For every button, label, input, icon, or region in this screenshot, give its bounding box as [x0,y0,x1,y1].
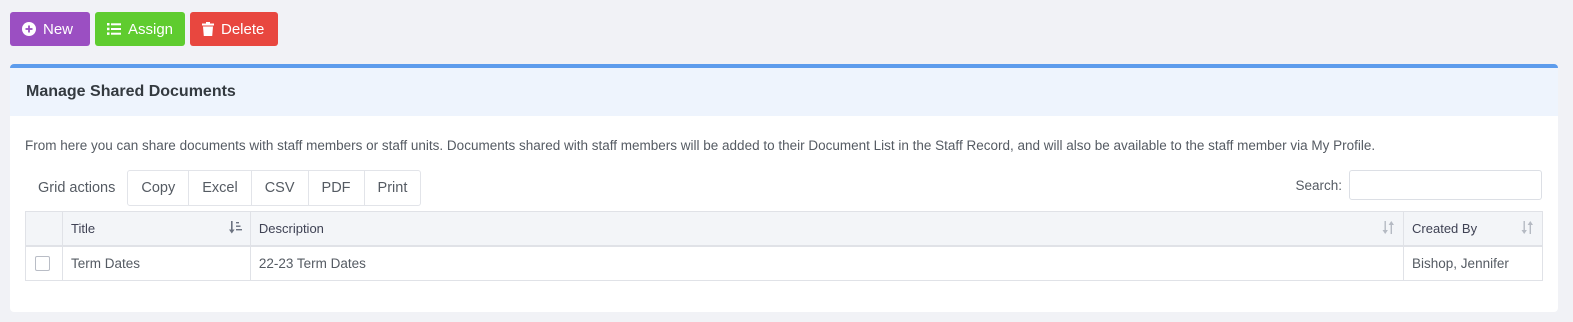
new-button-label: New [43,20,74,38]
new-button[interactable]: New [10,12,90,46]
title-cell: Term Dates [61,245,251,281]
column-header-created-by-label: Created By [1412,220,1478,236]
grid-actions-label: Grid actions [38,180,116,196]
csv-button[interactable]: CSV [251,170,309,206]
list-icon [107,23,121,35]
grid-actions: Grid actions Copy Excel CSV PDF Print [25,170,422,206]
row-checkbox[interactable] [35,255,50,271]
column-header-title[interactable]: Title [61,211,251,246]
plus-circle-icon [22,22,36,36]
delete-button[interactable]: Delete [190,12,278,46]
documents-table: Title Description Created By Term Dates … [25,211,1543,281]
column-header-description-label: Description [258,220,324,236]
delete-button-label: Delete [221,20,265,38]
select-all-header [26,212,63,246]
shared-documents-card: Manage Shared Documents From here you ca… [10,64,1558,312]
sort-icon [1382,221,1395,237]
search: Search: [1295,170,1542,200]
assign-button-label: Assign [128,20,174,38]
print-button[interactable]: Print [364,170,422,206]
column-header-created-by[interactable]: Created By [1403,211,1543,246]
intro-text: From here you can share documents with s… [25,138,1376,153]
toolbar: New Assign Delete [10,12,278,46]
search-input[interactable] [1349,170,1542,200]
sort-asc-icon [228,221,242,237]
table-row[interactable]: Term Dates 22-23 Term Dates Bishop, Jenn… [26,245,1543,281]
search-label: Search: [1295,177,1342,193]
table-header-row: Title Description Created By [25,211,1543,246]
card-title: Manage Shared Documents [26,83,236,100]
description-cell: 22-23 Term Dates [249,245,1404,281]
column-header-description[interactable]: Description [249,211,1404,246]
row-select-cell [26,246,63,281]
pdf-button[interactable]: PDF [308,170,365,206]
excel-button[interactable]: Excel [189,170,252,206]
created-by-cell: Bishop, Jennifer [1403,245,1543,281]
sort-icon [1521,221,1534,237]
column-header-title-label: Title [70,220,96,236]
assign-button[interactable]: Assign [95,12,185,46]
trash-icon [202,22,214,36]
copy-button[interactable]: Copy [127,170,190,206]
card-header: Manage Shared Documents [10,68,1558,116]
